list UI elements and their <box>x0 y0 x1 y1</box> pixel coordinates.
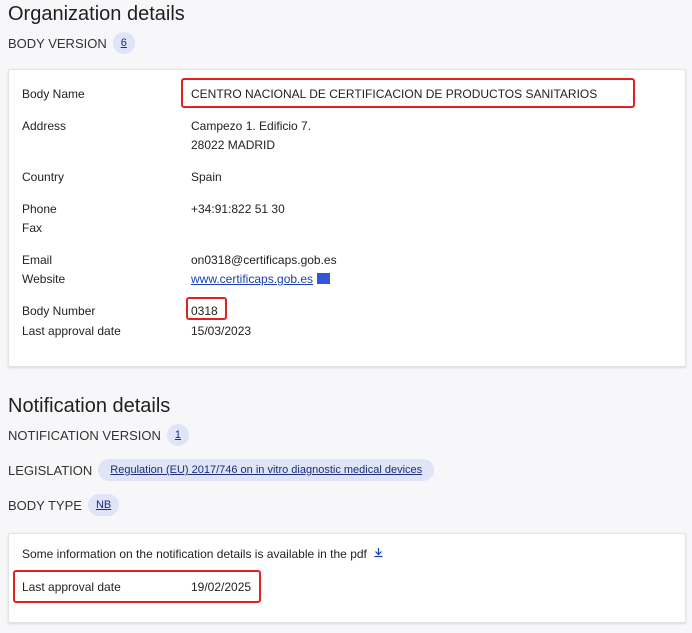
phone-label: Phone <box>22 202 57 216</box>
last-approval-label: Last approval date <box>22 324 121 338</box>
legislation-chip[interactable]: Regulation (EU) 2017/746 on in vitro dia… <box>98 459 435 481</box>
fax-label: Fax <box>22 221 43 235</box>
notification-card: Some information on the notification det… <box>8 533 686 623</box>
address-line2: 28022 MADRID <box>191 138 276 152</box>
body-version-row: BODY VERSION 6 <box>8 32 135 54</box>
website-label: Website <box>22 272 66 286</box>
organization-card: Body Name CENTRO NACIONAL DE CERTIFICACI… <box>8 69 686 367</box>
notification-version-label: NOTIFICATION VERSION <box>8 427 161 443</box>
body-type-chip[interactable]: NB <box>87 494 120 516</box>
email-label: Email <box>22 253 53 267</box>
body-version-chip[interactable]: 6 <box>112 32 135 54</box>
body-version-label: BODY VERSION <box>8 35 107 51</box>
notification-details-heading: Notification details <box>8 395 171 417</box>
phone-value: +34:91:822 51 30 <box>191 202 285 216</box>
last-approval-value: 15/03/2023 <box>191 324 252 338</box>
website-row: www.certificaps.gob.es <box>191 272 331 286</box>
address-label: Address <box>22 119 67 133</box>
body-name-label: Body Name <box>22 87 85 101</box>
body-type-label: BODY TYPE <box>8 497 82 513</box>
body-type-row: BODY TYPE NB <box>8 494 120 516</box>
website-link[interactable]: www.certificaps.gob.es <box>191 272 313 286</box>
body-number-label: Body Number <box>22 304 96 318</box>
email-value: on0318@certificaps.gob.es <box>191 253 337 267</box>
legislation-row: LEGISLATION Regulation (EU) 2017/746 on … <box>8 459 435 481</box>
pdf-info-text: Some information on the notification det… <box>22 547 367 561</box>
body-number-highlight <box>186 297 227 320</box>
country-value: Spain <box>191 170 222 184</box>
legislation-label: LEGISLATION <box>8 462 93 478</box>
pdf-info-row: Some information on the notification det… <box>22 547 384 561</box>
download-icon[interactable] <box>373 547 384 558</box>
organization-details-heading: Organization details <box>8 3 185 25</box>
external-link-icon[interactable] <box>317 273 331 284</box>
last-approval-highlight <box>13 570 261 603</box>
body-name-highlight <box>181 78 635 108</box>
country-label: Country <box>22 170 65 184</box>
address-line1: Campezo 1. Edificio 7. <box>191 119 312 133</box>
notification-version-chip[interactable]: 1 <box>166 424 190 446</box>
notification-version-row: NOTIFICATION VERSION 1 <box>8 424 190 446</box>
